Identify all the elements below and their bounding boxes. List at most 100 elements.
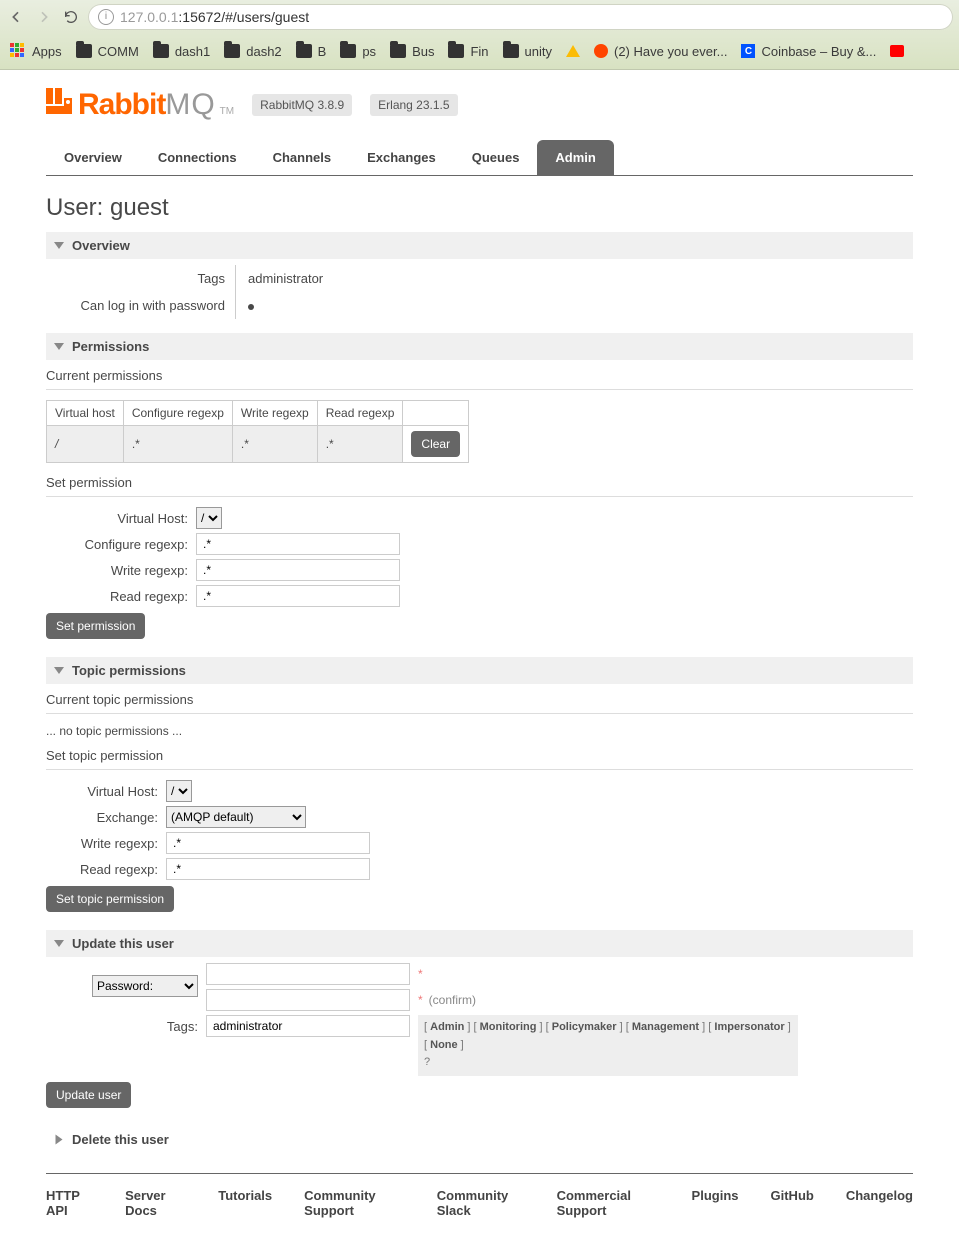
tab-connections[interactable]: Connections xyxy=(140,140,255,175)
bookmark-drive[interactable] xyxy=(566,45,580,57)
vhost-select[interactable]: / xyxy=(196,507,222,529)
rabbitmq-logo-icon xyxy=(46,88,72,114)
tag-admin[interactable]: Admin xyxy=(430,1021,464,1033)
footer-community-support[interactable]: Community Support xyxy=(304,1188,405,1218)
configure-input[interactable] xyxy=(196,533,400,555)
permissions-table: Virtual host Configure regexp Write rege… xyxy=(46,400,469,463)
section-topic-header[interactable]: Topic permissions xyxy=(46,657,913,684)
tab-admin[interactable]: Admin xyxy=(537,140,613,175)
password-mode-select[interactable]: Password: xyxy=(92,975,198,997)
folder-icon xyxy=(224,44,240,58)
bookmark-ps[interactable]: ps xyxy=(340,44,376,59)
footer-http-api[interactable]: HTTP API xyxy=(46,1188,93,1218)
footer-commercial-support[interactable]: Commercial Support xyxy=(557,1188,660,1218)
footer-community-slack[interactable]: Community Slack xyxy=(437,1188,525,1218)
overview-facts: Tags administrator Can log in with passw… xyxy=(46,265,913,319)
tab-channels[interactable]: Channels xyxy=(255,140,350,175)
confirm-label: (confirm) xyxy=(429,993,476,1007)
write-label: Write regexp: xyxy=(46,563,196,578)
folder-icon xyxy=(448,44,464,58)
tag-policymaker[interactable]: Policymaker xyxy=(552,1021,617,1033)
bookmark-dash2[interactable]: dash2 xyxy=(224,44,281,59)
topic-read-input[interactable] xyxy=(166,858,370,880)
clear-button[interactable]: Clear xyxy=(411,431,460,457)
password-confirm-input[interactable] xyxy=(206,989,410,1011)
topic-vhost-select[interactable]: / xyxy=(166,780,192,802)
section-update-header[interactable]: Update this user xyxy=(46,930,913,957)
bookmark-coinbase[interactable]: CCoinbase – Buy &... xyxy=(741,44,876,59)
topic-write-input[interactable] xyxy=(166,832,370,854)
bookmark-reddit[interactable]: (2) Have you ever... xyxy=(594,44,727,59)
read-input[interactable] xyxy=(196,585,400,607)
no-topic-permissions: ... no topic permissions ... xyxy=(46,724,913,738)
footer-server-docs[interactable]: Server Docs xyxy=(125,1188,186,1218)
bookmark-youtube[interactable] xyxy=(890,45,904,57)
tab-exchanges[interactable]: Exchanges xyxy=(349,140,454,175)
folder-icon xyxy=(76,44,92,58)
bookmark-fin[interactable]: Fin xyxy=(448,44,488,59)
chevron-down-icon xyxy=(54,343,64,350)
required-star: * xyxy=(418,993,423,1007)
tab-overview[interactable]: Overview xyxy=(46,140,140,175)
write-input[interactable] xyxy=(196,559,400,581)
overview-login-label: Can log in with password xyxy=(46,292,236,319)
version-rabbitmq: RabbitMQ 3.8.9 xyxy=(252,94,352,116)
reload-button[interactable] xyxy=(62,8,80,26)
section-delete-header[interactable]: Delete this user xyxy=(46,1126,913,1153)
chevron-down-icon xyxy=(54,940,64,947)
set-topic-form: Virtual Host: / Exchange: (AMQP default)… xyxy=(46,780,913,880)
tab-queues[interactable]: Queues xyxy=(454,140,538,175)
overview-login-value xyxy=(236,292,266,319)
topic-exchange-select[interactable]: (AMQP default) xyxy=(166,806,306,828)
bookmark-comm[interactable]: COMM xyxy=(76,44,139,59)
set-permission-form: Virtual Host: / Configure regexp: Write … xyxy=(46,507,913,607)
set-topic-button[interactable]: Set topic permission xyxy=(46,886,174,912)
chevron-down-icon xyxy=(54,667,64,674)
tag-impersonator[interactable]: Impersonator xyxy=(714,1021,784,1033)
site-info-icon[interactable]: i xyxy=(98,9,114,25)
bookmarks-bar: Apps COMM dash1 dash2 B ps Bus Fin unity… xyxy=(0,34,959,68)
current-permissions-label: Current permissions xyxy=(46,368,913,383)
cell-clear: Clear xyxy=(403,426,469,463)
divider xyxy=(46,713,913,714)
tags-input[interactable] xyxy=(206,1015,410,1037)
current-topic-label: Current topic permissions xyxy=(46,692,913,707)
divider xyxy=(46,769,913,770)
section-overview-header[interactable]: Overview xyxy=(46,232,913,259)
bookmark-b[interactable]: B xyxy=(296,44,327,59)
col-vhost: Virtual host xyxy=(47,401,124,426)
address-bar[interactable]: i 127.0.0.1:15672/#/users/guest xyxy=(88,4,953,30)
bookmark-bus[interactable]: Bus xyxy=(390,44,434,59)
back-button[interactable] xyxy=(6,7,26,27)
col-write: Write regexp xyxy=(232,401,317,426)
tag-none[interactable]: None xyxy=(430,1039,458,1051)
tag-management[interactable]: Management xyxy=(632,1021,699,1033)
drive-icon xyxy=(566,45,580,57)
read-label: Read regexp: xyxy=(46,589,196,604)
footer-github[interactable]: GitHub xyxy=(771,1188,814,1218)
overview-tags-value: administrator xyxy=(236,265,335,292)
apps-icon xyxy=(10,43,26,59)
update-user-button[interactable]: Update user xyxy=(46,1082,131,1108)
bookmark-apps[interactable]: Apps xyxy=(10,43,62,59)
tag-monitoring[interactable]: Monitoring xyxy=(480,1021,537,1033)
bookmark-unity[interactable]: unity xyxy=(503,44,552,59)
footer-tutorials[interactable]: Tutorials xyxy=(218,1188,272,1218)
rabbitmq-logo[interactable]: RabbitMQTM xyxy=(46,88,234,122)
update-user-form: Password: * *(confirm) Tags: [ Admin ] xyxy=(46,963,913,1076)
footer-plugins[interactable]: Plugins xyxy=(692,1188,739,1218)
youtube-icon xyxy=(890,45,904,57)
configure-label: Configure regexp: xyxy=(46,537,196,552)
chevron-down-icon xyxy=(54,242,64,249)
header-row: RabbitMQTM RabbitMQ 3.8.9 Erlang 23.1.5 xyxy=(46,88,913,122)
password-input[interactable] xyxy=(206,963,410,985)
bookmark-dash1[interactable]: dash1 xyxy=(153,44,210,59)
tags-quick-links: [ Admin ] [ Monitoring ] [ Policymaker ]… xyxy=(418,1015,798,1076)
folder-icon xyxy=(503,44,519,58)
version-erlang: Erlang 23.1.5 xyxy=(370,94,457,116)
forward-button[interactable] xyxy=(34,7,54,27)
section-permissions-header[interactable]: Permissions xyxy=(46,333,913,360)
set-permission-button[interactable]: Set permission xyxy=(46,613,145,639)
footer-changelog[interactable]: Changelog xyxy=(846,1188,913,1218)
tags-help[interactable]: ? xyxy=(424,1056,430,1068)
